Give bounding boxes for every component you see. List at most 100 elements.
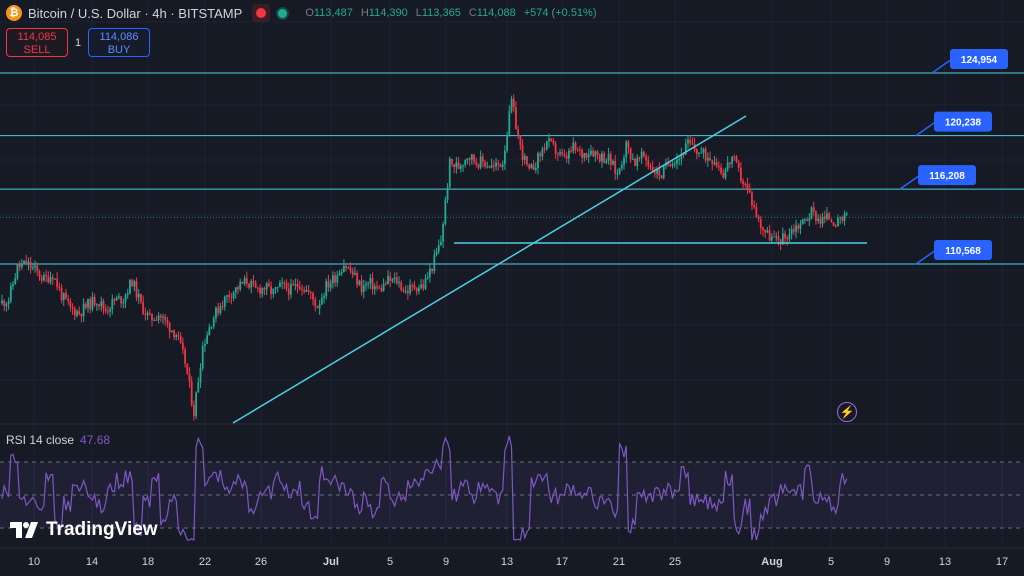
candle-up	[250, 280, 253, 288]
rsi-legend[interactable]: RSI 14 close 47.68	[6, 433, 110, 447]
candle-up	[323, 295, 325, 299]
candle-up	[523, 156, 526, 160]
time-tick: 21	[612, 556, 626, 568]
candle-up	[545, 141, 548, 150]
candle-down	[830, 219, 833, 223]
candle-up	[49, 277, 52, 283]
candle-down	[102, 301, 105, 309]
candle-up	[12, 284, 14, 287]
candle-down	[371, 277, 374, 290]
candle-up	[212, 318, 215, 327]
ohlc-readout: O113,487 H114,390 L113,365 C114,088 +574…	[305, 7, 596, 19]
candle-down	[93, 296, 96, 305]
candle-down	[784, 233, 786, 238]
candle-down	[585, 153, 588, 158]
candle-down	[270, 286, 272, 295]
candle-down	[98, 304, 100, 307]
candle-down	[773, 236, 775, 238]
lightning-icon[interactable]: ⚡	[837, 402, 857, 422]
time-tick: 17	[995, 556, 1009, 568]
candle-down	[742, 181, 745, 184]
candle-down	[248, 283, 250, 288]
candle-down	[653, 172, 656, 174]
candle-down	[89, 298, 92, 310]
candle-down	[797, 225, 800, 229]
time-tick: 26	[254, 556, 268, 568]
candle-down	[777, 236, 780, 240]
candle-down	[576, 149, 579, 151]
buy-button[interactable]: 114,086 BUY	[88, 28, 150, 57]
level-label-text: 110,568	[945, 246, 981, 257]
quantity-value[interactable]: 1	[74, 37, 82, 49]
candle-up	[620, 164, 623, 169]
data-status-icon[interactable]	[276, 6, 290, 20]
candle-up	[226, 295, 228, 297]
tradingview-logo[interactable]: TradingView	[10, 519, 158, 541]
market-status-icon[interactable]	[252, 4, 271, 22]
candle-up	[272, 289, 275, 295]
candle-down	[380, 288, 383, 292]
candle-down	[65, 292, 67, 299]
candle-down	[402, 290, 405, 292]
candle-up	[204, 343, 206, 346]
candle-down	[254, 282, 257, 288]
sell-label: SELL	[23, 44, 51, 56]
candle-down	[757, 217, 760, 220]
candle-up	[331, 275, 334, 284]
candle-down	[762, 227, 764, 230]
candle-down	[173, 330, 175, 338]
candle-up	[572, 142, 575, 152]
candle-down	[113, 299, 116, 301]
candle-up	[129, 280, 131, 294]
level-label-text: 120,238	[945, 118, 982, 129]
candle-up	[358, 280, 361, 285]
sell-price: 114,085	[17, 31, 57, 43]
candle-up	[618, 168, 621, 174]
candle-down	[709, 157, 711, 161]
candle-up	[265, 283, 268, 290]
candle-up	[605, 160, 608, 163]
candle-down	[627, 141, 630, 148]
candle-down	[142, 301, 145, 314]
candle-up	[466, 158, 469, 160]
candle-down	[614, 161, 617, 174]
candle-down	[45, 274, 48, 276]
candle-down	[334, 275, 336, 283]
candle-down	[720, 167, 722, 173]
candle-up	[369, 277, 372, 284]
candle-up	[673, 163, 676, 165]
candle-up	[54, 278, 56, 280]
candle-down	[237, 287, 239, 290]
candle-up	[770, 236, 773, 241]
candle-up	[354, 273, 356, 275]
candle-up	[137, 293, 140, 298]
candle-up	[567, 150, 570, 159]
candle-up	[795, 225, 797, 232]
candle-up	[640, 151, 643, 159]
candle-down	[581, 150, 584, 158]
candle-up	[118, 296, 120, 298]
candle-up	[23, 260, 25, 264]
candle-up	[821, 216, 824, 224]
candle-up	[817, 218, 820, 221]
candle-down	[228, 295, 231, 297]
candle-down	[759, 219, 762, 228]
candle-down	[47, 275, 50, 283]
candle-up	[20, 263, 23, 268]
candle-up	[810, 207, 813, 219]
candle-up	[537, 153, 539, 168]
candle-up	[662, 165, 665, 179]
brand-name: TradingView	[46, 519, 158, 540]
time-tick: 18	[141, 556, 155, 568]
sell-button[interactable]: 114,085 SELL	[6, 28, 68, 57]
price-chart[interactable]: 124,954 120,238 116,208 110,568	[0, 0, 1024, 576]
candle-down	[144, 313, 147, 316]
candle-down	[786, 237, 789, 240]
candle-up	[340, 272, 343, 274]
symbol-title[interactable]: Bitcoin / U.S. Dollar · 4h · BITSTAMP	[28, 6, 242, 21]
candle-down	[744, 183, 747, 185]
candle-down	[40, 277, 43, 281]
candle-down	[217, 307, 220, 314]
candle-down	[181, 342, 184, 350]
time-tick: 5	[386, 556, 394, 568]
